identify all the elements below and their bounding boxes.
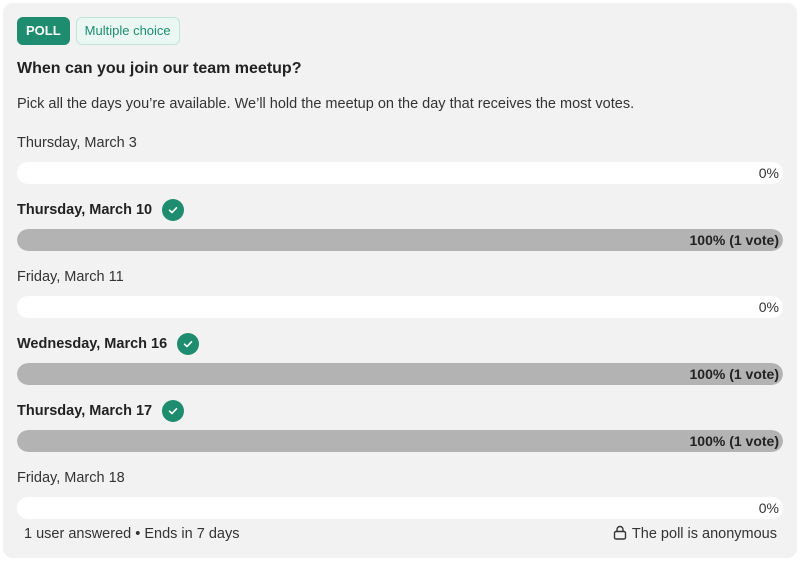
- poll-option[interactable]: Wednesday, March 16 100% (1 vote): [17, 328, 783, 395]
- option-result-text: 0%: [758, 500, 779, 516]
- option-label-row: Wednesday, March 16: [17, 333, 200, 355]
- option-result-text: 100% (1 vote): [689, 366, 779, 382]
- poll-option[interactable]: Thursday, March 3 0%: [17, 127, 783, 194]
- option-label-row: Thursday, March 10: [17, 199, 185, 221]
- option-label-row: Friday, March 18: [17, 467, 125, 489]
- option-label-row: Friday, March 11: [17, 266, 124, 288]
- check-icon: [177, 333, 200, 355]
- poll-option[interactable]: Thursday, March 17 100% (1 vote): [17, 395, 783, 462]
- anonymous-label: The poll is anonymous: [631, 526, 777, 542]
- poll-footer: 1 user answered • Ends in 7 days The pol…: [24, 524, 777, 544]
- option-result-text: 0%: [758, 299, 779, 315]
- option-result-text: 0%: [758, 165, 779, 181]
- option-result-bar: 100% (1 vote): [17, 229, 783, 251]
- check-icon: [162, 199, 185, 221]
- poll-option[interactable]: Friday, March 18 0%: [17, 462, 783, 529]
- poll-summary: 1 user answered • Ends in 7 days: [24, 526, 240, 542]
- option-label: Wednesday, March 16: [17, 336, 168, 352]
- option-result-bar: 100% (1 vote): [17, 363, 783, 385]
- check-icon: [162, 400, 185, 422]
- option-result-fill: [17, 363, 783, 385]
- option-result-text: 100% (1 vote): [689, 232, 779, 248]
- option-label: Thursday, March 10: [17, 202, 153, 218]
- poll-card: POLL Multiple choice When can you join o…: [3, 3, 797, 558]
- option-result-bar: 100% (1 vote): [17, 430, 783, 452]
- poll-question: When can you join our team meetup?: [17, 60, 302, 77]
- lock-icon: [613, 525, 627, 544]
- poll-option[interactable]: Friday, March 11 0%: [17, 261, 783, 328]
- option-result-bar: 0%: [17, 162, 783, 184]
- option-result-fill: [17, 229, 783, 251]
- poll-badge: POLL: [17, 17, 70, 45]
- poll-badges: POLL Multiple choice: [17, 17, 180, 45]
- poll-type-badge: Multiple choice: [75, 17, 180, 45]
- option-result-fill: [17, 430, 783, 452]
- option-label-row: Thursday, March 17: [17, 400, 185, 422]
- poll-options: Thursday, March 3 0% Thursday, March 10 …: [17, 127, 783, 529]
- poll-description: Pick all the days you’re available. We’l…: [17, 96, 635, 112]
- option-label: Friday, March 18: [17, 470, 125, 486]
- option-result-bar: 0%: [17, 497, 783, 519]
- anonymous-notice: The poll is anonymous: [613, 525, 777, 544]
- option-label: Thursday, March 3: [17, 135, 137, 151]
- option-label-row: Thursday, March 3: [17, 132, 137, 154]
- option-result-text: 100% (1 vote): [689, 433, 779, 449]
- poll-option[interactable]: Thursday, March 10 100% (1 vote): [17, 194, 783, 261]
- option-result-bar: 0%: [17, 296, 783, 318]
- option-label: Thursday, March 17: [17, 403, 153, 419]
- option-label: Friday, March 11: [17, 269, 124, 285]
